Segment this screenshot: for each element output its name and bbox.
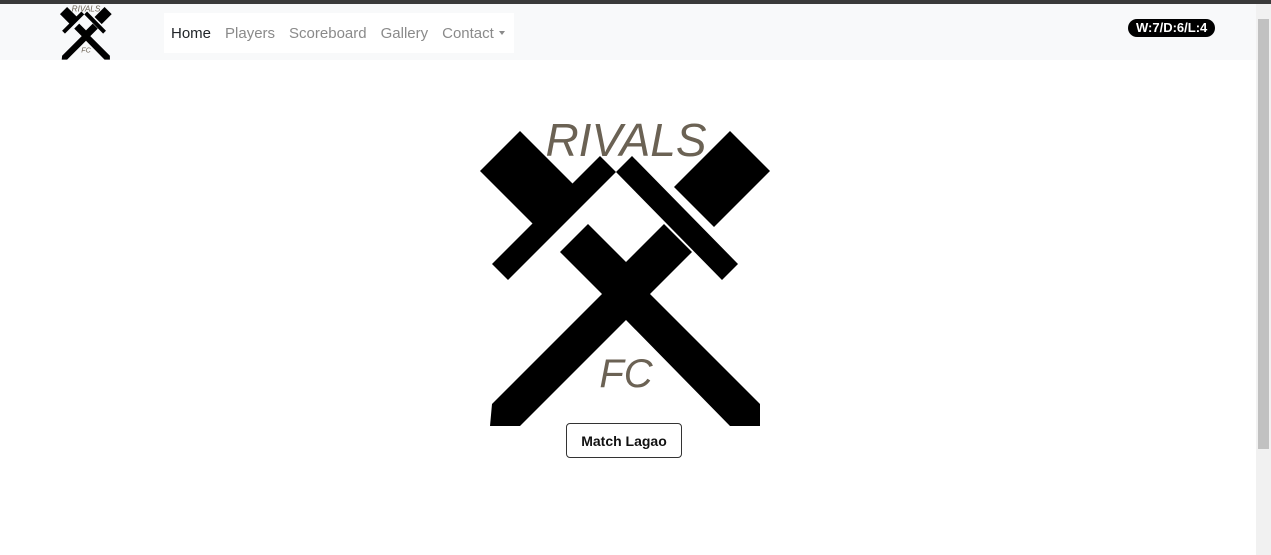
nav-links: Home Players Scoreboard Gallery Contact [164, 13, 514, 53]
logo-text-fc: FC [81, 47, 91, 55]
hero-logo-text-rivals: RIVALS [545, 114, 706, 166]
scrollbar-thumb[interactable] [1258, 19, 1269, 449]
nav-contact-dropdown[interactable]: Contact [435, 25, 512, 42]
nav-scoreboard[interactable]: Scoreboard [282, 25, 374, 42]
club-logo-small[interactable]: RIVALS FC [42, 4, 130, 60]
hero-logo-text-fc: FC [599, 352, 653, 396]
nav-gallery[interactable]: Gallery [374, 25, 436, 42]
club-logo-large: RIVALS FC [480, 114, 770, 426]
logo-text-rivals: RIVALS [72, 4, 101, 13]
navbar: RIVALS FC Home Players Scoreboard Galler… [0, 4, 1256, 60]
nav-contact-label: Contact [442, 24, 494, 42]
nav-players[interactable]: Players [218, 25, 282, 42]
caret-down-icon [498, 30, 505, 35]
nav-home[interactable]: Home [164, 25, 218, 42]
record-badge: W:7/D:6/L:4 [1128, 19, 1216, 37]
match-lagao-button[interactable]: Match Lagao [566, 423, 682, 458]
page-scrollbar[interactable] [1256, 4, 1271, 555]
